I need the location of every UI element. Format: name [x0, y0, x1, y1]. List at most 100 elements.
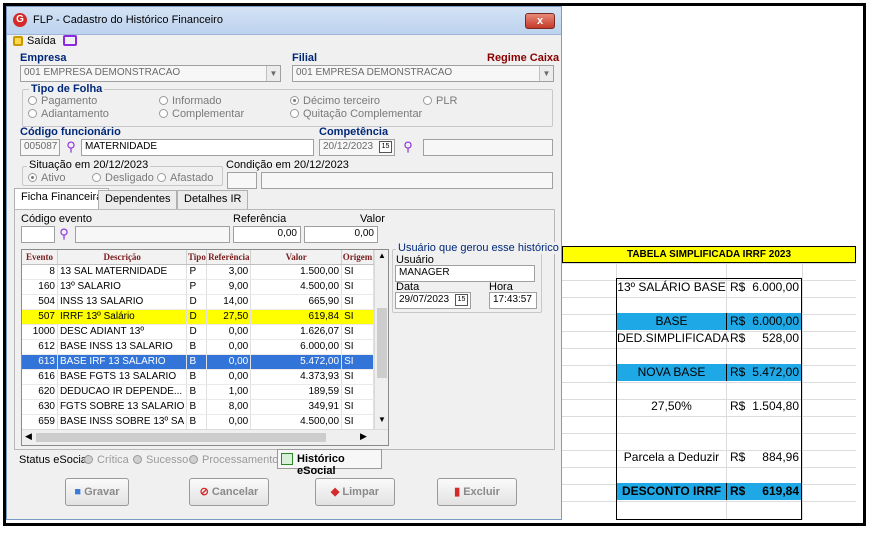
sheet-value[interactable]: 1.504,80 [748, 398, 799, 415]
radio-adiantamento[interactable]: Adiantamento [28, 108, 109, 120]
limpar-button[interactable]: ◆ Limpar [315, 478, 395, 506]
sheet-cell-border [726, 364, 727, 381]
filial-select[interactable]: 001 EMPRESA DEMONSTRACAO ▼ [292, 65, 554, 82]
cell-evento: 160 [22, 279, 58, 295]
calendar-icon[interactable]: 15 [379, 141, 392, 153]
message-icon[interactable] [63, 35, 77, 46]
historico-esocial-button[interactable]: Histórico eSocial [277, 449, 382, 477]
condicao-desc-field[interactable] [261, 172, 553, 189]
exit-link[interactable]: Saída [27, 35, 56, 47]
sheet-label[interactable]: BASE [617, 313, 726, 330]
referencia-field[interactable]: 0,00 [233, 226, 301, 243]
table-row[interactable]: 8 13 SAL MATERNIDADE P 3,00 1.500,00 SI [22, 264, 374, 280]
sheet-label[interactable]: NOVA BASE [617, 364, 726, 381]
sheet-label[interactable]: 13º SALÁRIO BASE [617, 279, 726, 296]
sheet-value[interactable]: 6.000,00 [748, 313, 799, 330]
sheet-label[interactable]: DED.SIMPLIFICADA [617, 330, 729, 347]
empresa-select[interactable]: 001 EMPRESA DEMONSTRACAO ▼ [20, 65, 281, 82]
sheet-value[interactable] [748, 432, 799, 449]
scroll-thumb[interactable] [36, 433, 326, 442]
codigo-evento-field[interactable] [21, 226, 55, 243]
sheet-currency: R$ [730, 450, 746, 464]
sheet-value[interactable]: 528,00 [748, 330, 799, 347]
cell-descricao: FGTS SOBRE 13 SALARIO [57, 399, 188, 415]
sheet-value[interactable] [748, 466, 799, 483]
table-row[interactable]: 507 IRRF 13º Salário D 27,50 619,84 SI [22, 309, 374, 325]
col-evento[interactable]: Evento [22, 250, 58, 265]
tab-detalhes-ir[interactable]: Detalhes IR [177, 190, 249, 209]
sheet-value[interactable] [748, 415, 799, 432]
sheet-value[interactable] [748, 381, 799, 398]
tab-dependentes[interactable]: Dependentes [98, 190, 178, 209]
table-row[interactable]: 620 DEDUCAO IR DEPENDE... B 1,00 189,59 SI [22, 384, 374, 400]
table-row[interactable]: 630 FGTS SOBRE 13 SALARIO B 8,00 349,91 SI [22, 399, 374, 415]
chevron-up-icon[interactable]: ▲ [378, 251, 386, 260]
evento-desc-field[interactable] [75, 226, 230, 243]
table-row[interactable]: 616 BASE FGTS 13 SALARIO B 0,00 4.373,93 SI [22, 369, 374, 385]
search-icon[interactable]: ⚲ [64, 140, 78, 154]
radio-plr[interactable]: PLR [423, 95, 457, 107]
table-row[interactable]: 612 BASE INSS 13 SALARIO B 0,00 6.000,00 SI [22, 339, 374, 355]
condicao-code-field[interactable] [227, 172, 257, 189]
col-origem[interactable]: Origem [341, 250, 374, 265]
col-referencia[interactable]: Referência [206, 250, 252, 265]
sheet-label[interactable] [617, 347, 726, 364]
sheet-value[interactable] [748, 347, 799, 364]
valor-field[interactable]: 0,00 [304, 226, 378, 243]
sheet-value[interactable]: 884,96 [748, 449, 799, 466]
search-icon[interactable]: ⚲ [57, 227, 71, 241]
cell-tipo: D [186, 294, 208, 310]
sheet-value[interactable]: 6.000,00 [748, 279, 799, 296]
sheet-label[interactable] [617, 296, 726, 313]
col-tipo[interactable]: Tipo [186, 250, 208, 265]
chevron-down-icon[interactable]: ▼ [378, 415, 386, 424]
search-icon[interactable]: ⚲ [401, 140, 415, 154]
radio-informado[interactable]: Informado [159, 95, 222, 107]
grid-horizontal-scrollbar[interactable]: ◀ ▶ [22, 429, 388, 445]
gravar-button[interactable]: ■ Gravar [65, 478, 129, 506]
sheet-label[interactable] [617, 381, 726, 398]
radio-decimo-terceiro[interactable]: Décimo terceiro [290, 95, 380, 107]
cancelar-button[interactable]: ⊘ Cancelar [189, 478, 269, 506]
chevron-left-icon[interactable]: ◀ [25, 431, 32, 442]
usuario-field[interactable]: MANAGER [395, 265, 535, 282]
table-row[interactable]: 659 BASE INSS SOBRE 13º SA B 0,00 4.500,00 SI [22, 414, 374, 430]
grid-vertical-scrollbar[interactable]: ▲ ▼ [374, 250, 388, 430]
radio-pagamento[interactable]: Pagamento [28, 95, 97, 107]
cell-evento: 616 [22, 369, 58, 385]
cell-evento: 659 [22, 414, 58, 430]
sheet-value[interactable]: 5.472,00 [748, 364, 799, 381]
radio-complementar[interactable]: Complementar [159, 108, 244, 120]
calendar-icon[interactable]: 15 [455, 294, 468, 306]
sheet-label[interactable]: DESCONTO IRRF [617, 483, 726, 500]
table-row[interactable]: 613 BASE IRF 13 SALARIO B 0,00 5.472,00 SI [22, 354, 374, 370]
sheet-label[interactable] [617, 466, 726, 483]
funcionario-code-field[interactable]: 005087 [20, 139, 60, 156]
scroll-thumb[interactable] [377, 308, 387, 378]
radio-afastado[interactable]: Afastado [157, 172, 213, 184]
close-button[interactable]: x [525, 13, 555, 29]
regime-caixa-label: Regime Caixa [487, 52, 560, 64]
table-row[interactable]: 504 INSS 13 SALARIO D 14,00 665,90 SI [22, 294, 374, 310]
radio-desligado[interactable]: Desligado [92, 172, 154, 184]
excluir-button[interactable]: ▮ Excluir [437, 478, 517, 506]
chevron-right-icon[interactable]: ▶ [360, 431, 367, 442]
radio-quitacao-complementar[interactable]: Quitação Complementar [290, 108, 422, 120]
funcionario-name-field[interactable]: MATERNIDADE [81, 139, 314, 156]
table-row[interactable]: 160 13º SALARIO P 9,00 4.500,00 SI [22, 279, 374, 295]
sheet-value[interactable] [748, 296, 799, 313]
tab-ficha-financeira[interactable]: Ficha Financeira [14, 188, 110, 209]
hora-field[interactable]: 17:43:57 [489, 292, 537, 309]
sheet-label[interactable] [617, 432, 726, 449]
competencia-desc-field[interactable] [423, 139, 553, 156]
col-valor[interactable]: Valor [250, 250, 343, 265]
cell-referencia: 0,00 [206, 369, 252, 385]
sheet-label[interactable]: 27,50% [617, 398, 726, 415]
sheet-value[interactable]: 619,84 [748, 483, 799, 500]
sheet-label[interactable]: Parcela a Deduzir [617, 449, 726, 466]
table-row[interactable]: 1000 DESC ADIANT 13º D 0,00 1.626,07 SI [22, 324, 374, 340]
radio-ativo[interactable]: Ativo [28, 172, 65, 184]
cell-referencia: 14,00 [206, 294, 252, 310]
col-descricao[interactable]: Descrição [57, 250, 188, 265]
sheet-label[interactable] [617, 415, 726, 432]
